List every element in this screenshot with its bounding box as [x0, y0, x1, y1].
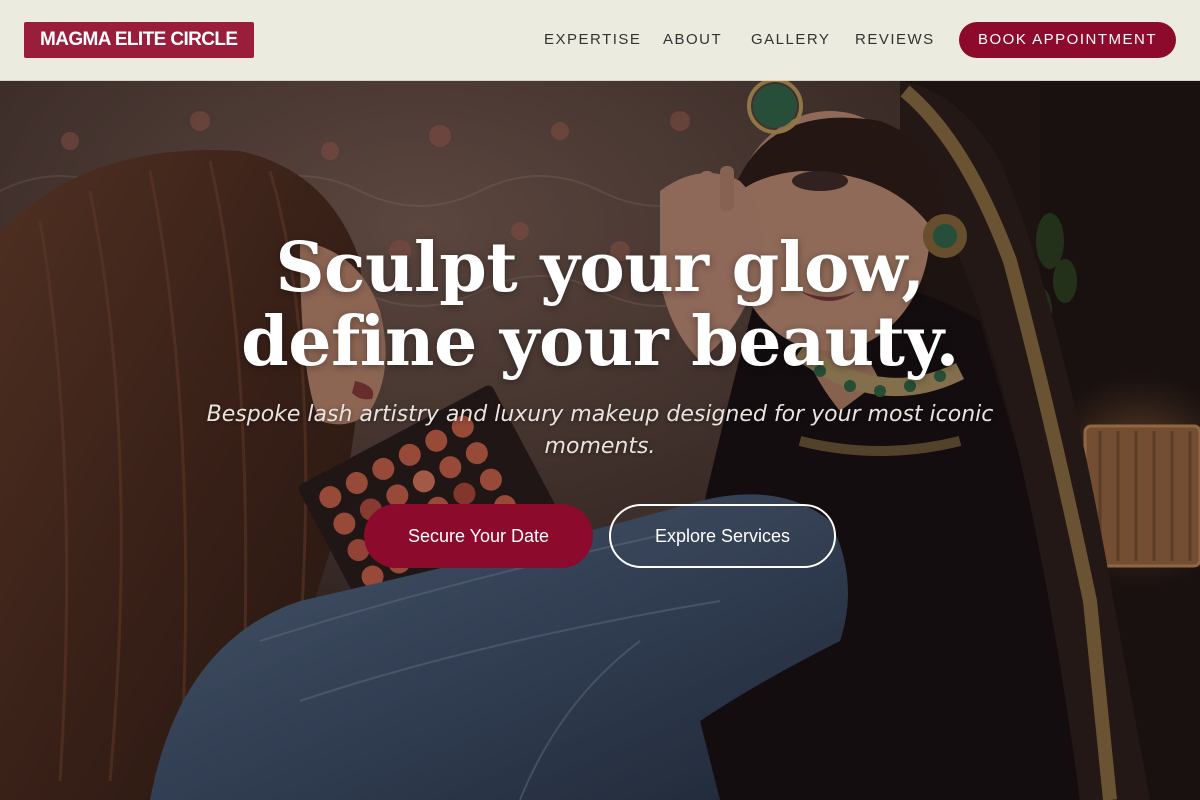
brand-logo[interactable]: MAGMA ELITE CIRCLE — [24, 22, 254, 58]
nav-link-about[interactable]: ABOUT — [663, 0, 722, 80]
secure-your-date-button[interactable]: Secure Your Date — [364, 504, 593, 568]
nav-link-gallery[interactable]: GALLERY — [751, 0, 830, 80]
hero-section: Sculpt your glow, define your beauty. Be… — [0, 81, 1200, 800]
nav-link-expertise[interactable]: EXPERTISE — [544, 0, 641, 80]
book-appointment-button[interactable]: BOOK APPOINTMENT — [959, 22, 1176, 58]
explore-services-button[interactable]: Explore Services — [609, 504, 836, 568]
landing-page: MAGMA ELITE CIRCLE EXPERTISE ABOUT GALLE… — [0, 0, 1200, 800]
nav-link-reviews[interactable]: REVIEWS — [855, 0, 935, 80]
hero-headline: Sculpt your glow, define your beauty. — [241, 228, 959, 382]
hero-subtitle: Bespoke lash artistry and luxury makeup … — [206, 402, 994, 459]
site-header: MAGMA ELITE CIRCLE EXPERTISE ABOUT GALLE… — [0, 0, 1200, 81]
